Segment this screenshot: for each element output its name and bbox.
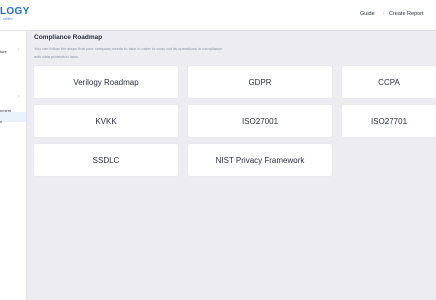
sidebar-active-item[interactable]	[0, 112, 26, 122]
chevron-right-icon[interactable]: ›	[18, 47, 20, 53]
brand-tagline: ...rofiled	[0, 17, 13, 21]
roadmap-card-label: KVKK	[95, 116, 117, 126]
roadmap-card-label: Verilogy Roadmap	[73, 77, 139, 87]
roadmap-card-ssdlc[interactable]: SSDLC	[34, 144, 178, 176]
roadmap-card-label: CCPA	[378, 77, 400, 87]
roadmap-card-verilogy[interactable]: Verilogy Roadmap	[34, 66, 178, 98]
roadmap-card-label: NIST Privacy Framework	[215, 155, 305, 165]
description-line-2: with data protection laws.	[34, 54, 79, 59]
sidebar-item-n[interactable]: n	[0, 119, 2, 124]
roadmap-card-label: ISO27001	[241, 116, 279, 126]
roadmap-card-kvkk[interactable]: KVKK	[34, 105, 178, 137]
roadmap-card-label: GDPR	[248, 77, 272, 87]
description-line-1: You can follow the steps that your compa…	[34, 46, 223, 51]
page-description: You can follow the steps that your compa…	[34, 45, 264, 61]
chevron-right-icon[interactable]: ›	[18, 94, 20, 100]
roadmap-card-label: SSDLC	[92, 155, 120, 165]
sidebar-item-ement[interactable]: ement	[0, 108, 11, 113]
sidebar-item-ture[interactable]: ture	[0, 49, 7, 54]
top-separator: /	[383, 11, 385, 17]
roadmap-card-ccpa[interactable]: CCPA	[342, 66, 436, 98]
sidebar: ture › › ement n	[0, 31, 27, 300]
roadmap-card-iso27001[interactable]: ISO27001	[188, 105, 332, 137]
roadmap-card-nist[interactable]: NIST Privacy Framework	[188, 144, 332, 176]
brand-logo[interactable]: LOGY	[0, 6, 30, 17]
page-title: Compliance Roadmap	[34, 34, 103, 41]
create-report-link[interactable]: Create Report	[389, 11, 424, 17]
top-bar: LOGY ...rofiled Guide / Create Report	[0, 0, 436, 31]
roadmap-card-gdpr[interactable]: GDPR	[188, 66, 332, 98]
roadmap-card-iso27701[interactable]: ISO27701	[342, 105, 436, 137]
guide-link[interactable]: Guide	[360, 11, 375, 17]
roadmap-card-label: ISO27701	[370, 116, 408, 126]
